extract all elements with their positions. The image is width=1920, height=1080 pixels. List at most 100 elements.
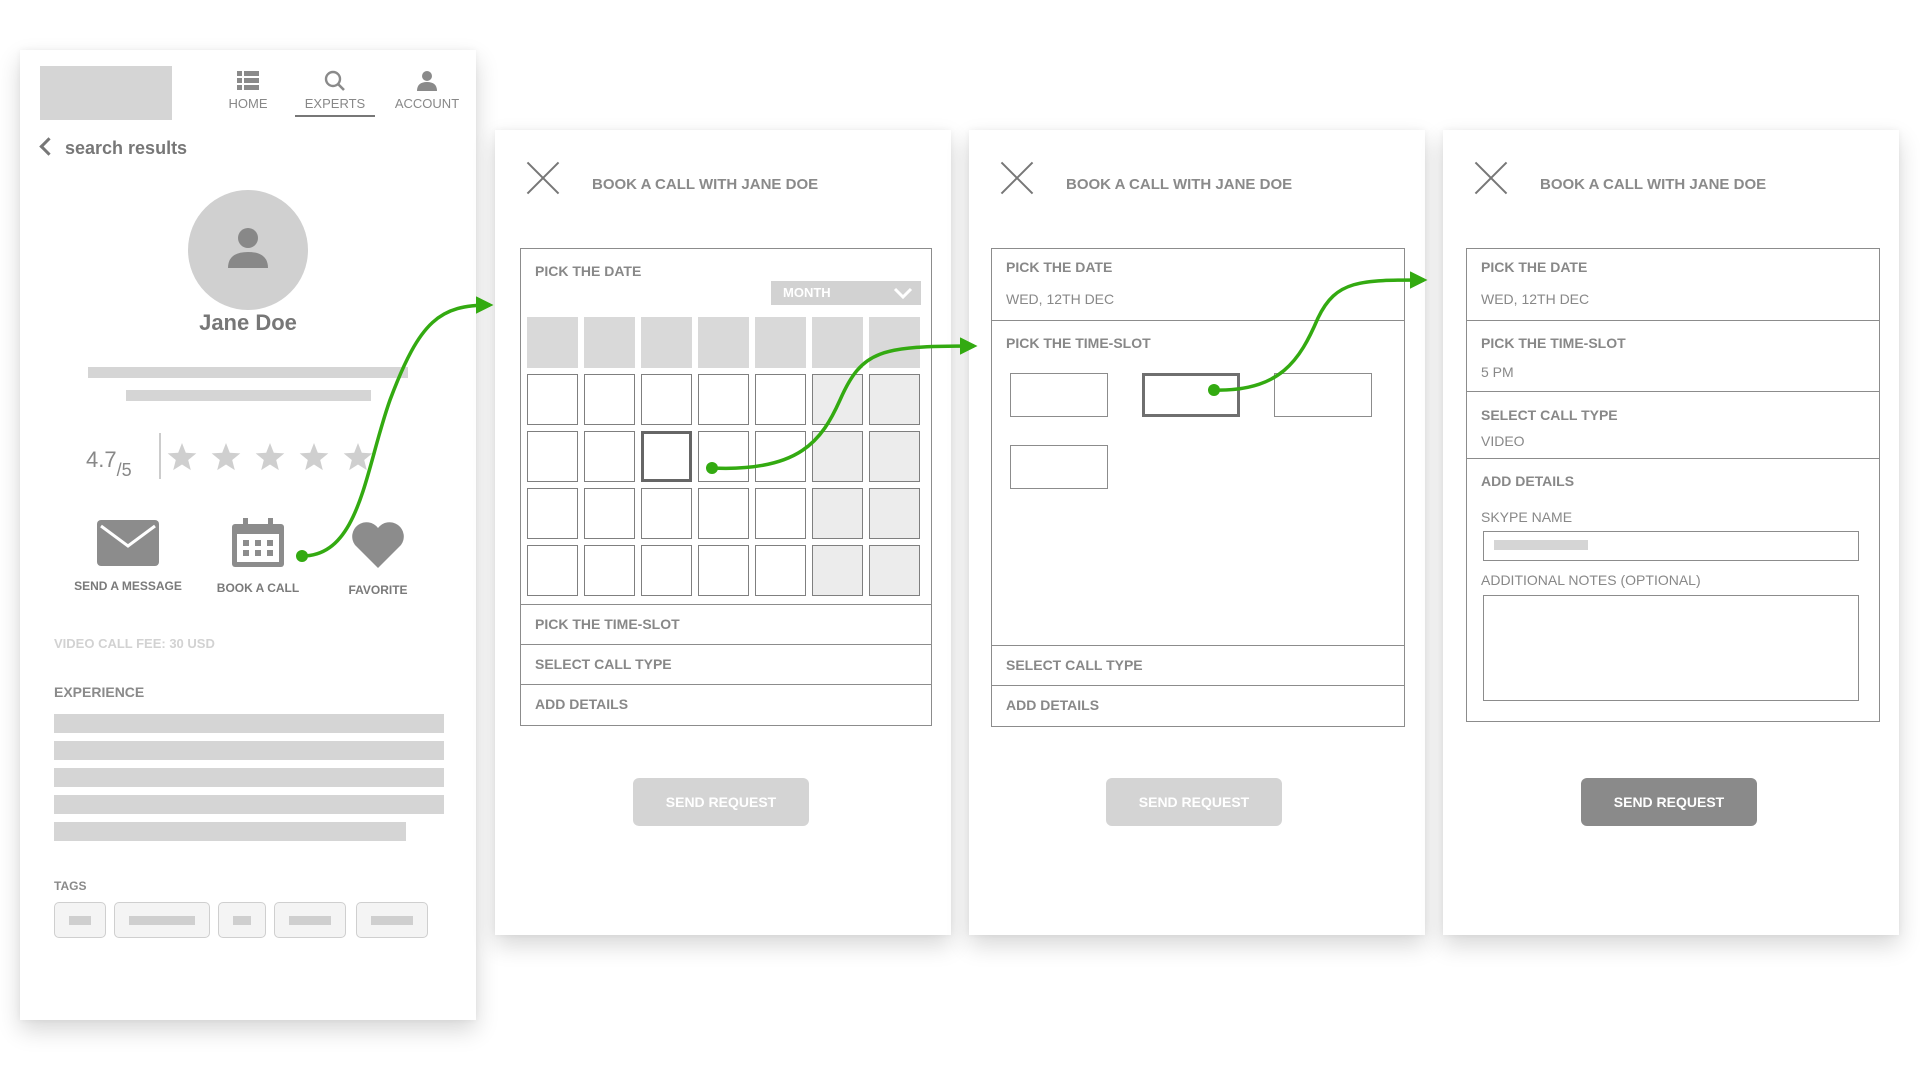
pick-date-section[interactable]: PICK THE DATE WED, 12TH DEC <box>992 249 1404 321</box>
call-fee: VIDEO CALL FEE: 30 USD <box>54 636 215 651</box>
calendar-day[interactable] <box>698 545 749 596</box>
skype-name-input[interactable] <box>1483 531 1859 561</box>
pick-timeslot-section: PICK THE TIME-SLOT <box>992 321 1404 646</box>
calendar-day-selected[interactable] <box>641 431 692 482</box>
selected-date-value: WED, 12TH DEC <box>1006 291 1115 307</box>
experience-heading: EXPERIENCE <box>54 684 145 700</box>
rating-stars <box>166 440 384 474</box>
pick-timeslot-section[interactable]: PICK THE TIME-SLOT <box>521 605 931 645</box>
back-link-label: search results <box>65 138 188 158</box>
calendar-day-weekend[interactable] <box>869 431 920 482</box>
send-request-button[interactable]: SEND REQUEST <box>1106 778 1282 826</box>
calendar-day[interactable] <box>527 545 578 596</box>
selected-time-value: 5 PM <box>1481 364 1514 380</box>
call-type-section[interactable]: SELECT CALL TYPE VIDEO <box>1467 392 1879 459</box>
rating-star-icon <box>167 443 197 471</box>
tag-chip[interactable] <box>274 902 346 938</box>
nav-experts[interactable]: EXPERTS <box>295 70 375 117</box>
tag-chip[interactable] <box>114 902 210 938</box>
timeslot-option[interactable] <box>1010 373 1108 417</box>
rating-star-icon <box>211 443 241 471</box>
calendar-day[interactable] <box>641 488 692 539</box>
user-icon <box>417 71 437 91</box>
send-request-button[interactable]: SEND REQUEST <box>633 778 809 826</box>
send-message-label: SEND A MESSAGE <box>74 579 182 593</box>
calendar-day[interactable] <box>641 374 692 425</box>
weekday-header <box>755 317 806 368</box>
nav-home[interactable]: HOME <box>208 70 288 111</box>
calendar-day-weekend[interactable] <box>812 374 863 425</box>
calendar-day[interactable] <box>755 488 806 539</box>
calendar-day[interactable] <box>584 545 635 596</box>
calendar-day[interactable] <box>698 431 749 482</box>
calendar-day[interactable] <box>755 545 806 596</box>
calendar-day[interactable] <box>755 374 806 425</box>
nav-home-label: HOME <box>228 96 268 111</box>
calendar-day[interactable] <box>698 488 749 539</box>
close-icon[interactable] <box>1473 160 1509 196</box>
favorite-action[interactable]: FAVORITE <box>308 520 448 597</box>
call-type-section[interactable]: SELECT CALL TYPE <box>992 646 1404 686</box>
calendar-day-weekend[interactable] <box>812 488 863 539</box>
book-call-label: BOOK A CALL <box>216 581 300 595</box>
send-message-action[interactable]: SEND A MESSAGE <box>58 520 198 593</box>
month-dropdown[interactable]: MONTH <box>771 281 921 305</box>
tag-chip[interactable] <box>54 902 106 938</box>
timeslot-option[interactable] <box>1010 445 1108 489</box>
selected-call-type-value: VIDEO <box>1481 433 1525 449</box>
call-type-label: SELECT CALL TYPE <box>1006 657 1143 673</box>
additional-notes-label: ADDITIONAL NOTES (OPTIONAL) <box>1481 572 1701 588</box>
calendar-day[interactable] <box>527 488 578 539</box>
nav-account[interactable]: ACCOUNT <box>387 70 467 111</box>
timeslot-option[interactable] <box>1274 373 1372 417</box>
calendar-day-weekend[interactable] <box>869 374 920 425</box>
pick-date-section[interactable]: PICK THE DATE WED, 12TH DEC <box>1467 249 1879 321</box>
weekday-header <box>584 317 635 368</box>
calendar-day[interactable] <box>584 374 635 425</box>
calendar-day-weekend[interactable] <box>812 431 863 482</box>
pick-timeslot-section[interactable]: PICK THE TIME-SLOT 5 PM <box>1467 321 1879 392</box>
rating-star-icon <box>299 443 329 471</box>
experience-line <box>54 714 444 733</box>
calendar-day[interactable] <box>698 374 749 425</box>
pick-timeslot-label: PICK THE TIME-SLOT <box>1481 335 1626 351</box>
tag-chip[interactable] <box>218 902 266 938</box>
weekday-header <box>812 317 863 368</box>
logo-placeholder <box>40 66 172 120</box>
back-link[interactable]: search results <box>39 137 188 159</box>
nav-account-label: ACCOUNT <box>394 96 460 111</box>
calendar-day[interactable] <box>527 374 578 425</box>
pick-timeslot-label: PICK THE TIME-SLOT <box>535 616 680 632</box>
month-dropdown-label: MONTH <box>783 285 831 300</box>
book-call-action[interactable]: BOOK A CALL <box>188 518 328 595</box>
calendar-day[interactable] <box>641 545 692 596</box>
weekday-header <box>641 317 692 368</box>
rating-max: /5 <box>116 460 132 480</box>
add-details-section[interactable]: ADD DETAILS <box>992 686 1404 726</box>
call-type-label: SELECT CALL TYPE <box>1481 407 1618 423</box>
calendar-day[interactable] <box>527 431 578 482</box>
input-value-placeholder <box>1494 540 1588 550</box>
grid-list-icon <box>237 71 259 90</box>
booking-step-timeslot: BOOK A CALL WITH JANE DOE PICK THE DATE … <box>969 130 1425 935</box>
selected-date-value: WED, 12TH DEC <box>1481 291 1590 307</box>
calendar-day-weekend[interactable] <box>869 488 920 539</box>
add-details-label: ADD DETAILS <box>535 696 629 712</box>
call-type-section[interactable]: SELECT CALL TYPE <box>521 645 931 685</box>
additional-notes-textarea[interactable] <box>1483 595 1859 701</box>
rating-divider <box>159 433 161 479</box>
calendar-day[interactable] <box>755 431 806 482</box>
calendar-day[interactable] <box>584 431 635 482</box>
pick-date-section: PICK THE DATE MONTH <box>521 249 931 605</box>
calendar-day-weekend[interactable] <box>869 545 920 596</box>
nav-experts-label: EXPERTS <box>295 96 375 117</box>
add-details-section[interactable]: ADD DETAILS <box>521 685 931 725</box>
close-icon[interactable] <box>525 160 561 196</box>
calendar-day[interactable] <box>584 488 635 539</box>
booking-title: BOOK A CALL WITH JANE DOE <box>1066 176 1293 193</box>
tag-chip[interactable] <box>356 902 428 938</box>
timeslot-option-selected[interactable] <box>1142 373 1240 417</box>
calendar-day-weekend[interactable] <box>812 545 863 596</box>
close-icon[interactable] <box>999 160 1035 196</box>
send-request-button[interactable]: SEND REQUEST <box>1581 778 1757 826</box>
